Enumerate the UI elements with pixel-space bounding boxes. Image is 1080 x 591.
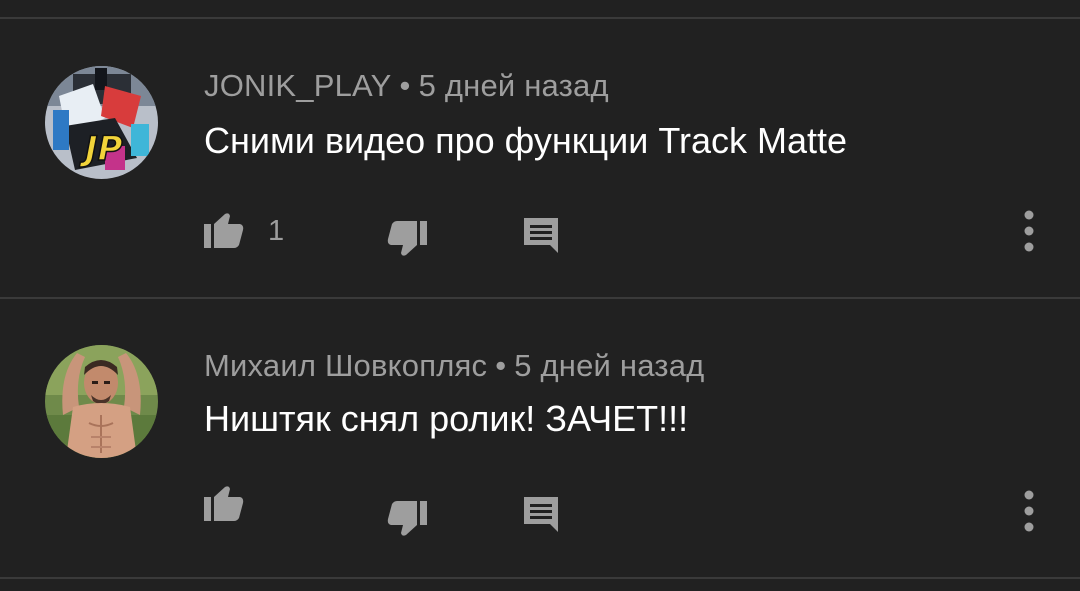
reply-comment-icon (524, 497, 558, 532)
thumbs-up-icon (204, 213, 244, 248)
meta-separator: • (399, 68, 411, 103)
author-avatar[interactable]: JP (45, 66, 158, 179)
more-vertical-icon (1024, 490, 1034, 532)
more-vertical-icon (1024, 210, 1034, 252)
comment-text: Ништяк снял ролик! ЗАЧЕТ!!! (204, 398, 689, 439)
dislike-button[interactable] (387, 219, 427, 257)
person-photo-avatar-icon (45, 345, 158, 458)
author-avatar[interactable] (45, 345, 158, 458)
thumbs-down-icon (387, 221, 427, 256)
comment-menu-button[interactable] (1022, 209, 1036, 253)
comment-meta: JONIK_PLAY • 5 дней назад (204, 68, 609, 104)
bottom-divider (0, 577, 1080, 579)
thumbs-up-icon (204, 486, 244, 521)
comment-time: 5 дней назад (418, 68, 609, 103)
comment-item: Михаил Шовкопляс • 5 дней назад Ништяк сня… (0, 299, 1080, 577)
dislike-button[interactable] (387, 499, 427, 537)
like-count: 1 (268, 214, 285, 247)
reply-comment-icon (524, 218, 558, 253)
comment-item: JP JONIK_PLAY • 5 дней назад Сними видео п… (0, 19, 1080, 297)
comment-author[interactable]: Михаил Шовкопляс (204, 348, 487, 383)
comment-menu-button[interactable] (1022, 489, 1036, 533)
like-button[interactable] (204, 485, 268, 523)
svg-text:JP: JP (79, 129, 123, 169)
reply-button[interactable] (522, 495, 560, 533)
meta-separator: • (495, 348, 507, 383)
comment-text: Сними видео про функции Track Matte (204, 120, 848, 161)
comment-time: 5 дней назад (514, 348, 705, 383)
thumbs-down-icon (387, 501, 427, 536)
comment-meta: Михаил Шовкопляс • 5 дней назад (204, 348, 704, 384)
like-button[interactable]: 1 (204, 212, 284, 250)
comment-author[interactable]: JONIK_PLAY (204, 68, 392, 103)
reply-button[interactable] (522, 216, 560, 254)
jp-logo-avatar-icon: JP (45, 66, 158, 179)
